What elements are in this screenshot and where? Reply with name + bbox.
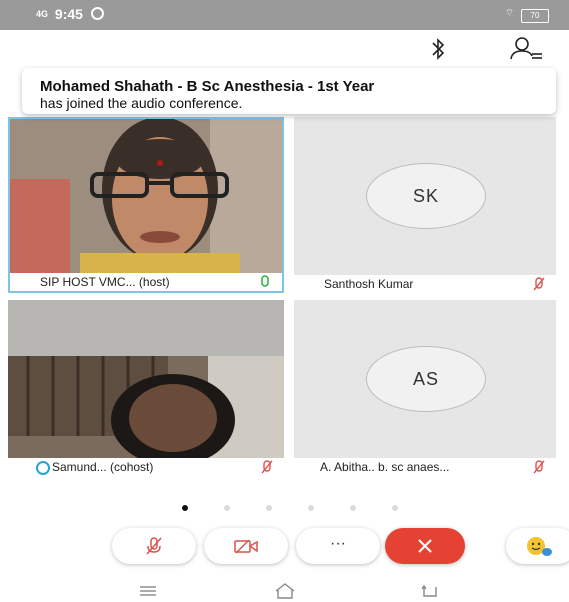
participant-nameplate: A. Abitha.. b. sc anaes... — [294, 458, 556, 476]
system-nav-bar — [0, 580, 569, 602]
more-options-button[interactable]: ··· — [296, 528, 380, 564]
video-muted-icon — [234, 539, 258, 554]
wifi-icon: ⌔ — [504, 8, 515, 19]
participant-nameplate: SIP HOST VMC... (host) — [10, 273, 282, 291]
video-feed — [8, 300, 284, 458]
participants-icon[interactable] — [508, 36, 544, 62]
signal-indicator: 4G — [36, 9, 49, 19]
back-icon[interactable] — [420, 583, 440, 599]
reactions-button[interactable] — [506, 528, 569, 564]
mic-muted-icon — [261, 460, 273, 474]
home-icon[interactable] — [273, 582, 297, 600]
menu-icon[interactable] — [138, 584, 158, 598]
bluetooth-icon[interactable] — [428, 36, 448, 62]
mic-muted-icon — [146, 537, 162, 555]
end-call-icon — [418, 539, 432, 553]
participant-nameplate: Samund... (cohost) — [8, 458, 284, 476]
joined-participant-name: Mohamed Shahath - B Sc Anesthesia - 1st … — [40, 78, 375, 95]
status-left: 4G 9:45 — [36, 6, 104, 22]
page-dot[interactable] — [182, 505, 188, 511]
status-right: ⌔ 70 — [505, 7, 549, 23]
end-call-button[interactable] — [385, 528, 465, 564]
page-dot[interactable] — [308, 505, 314, 511]
join-notification: Mohamed Shahath - B Sc Anesthesia - 1st … — [22, 68, 556, 114]
status-bar: 4G 9:45 ⌔ 70 — [0, 0, 569, 30]
status-time: 9:45 — [54, 6, 83, 22]
battery-icon: 70 — [521, 9, 549, 23]
page-dot[interactable] — [392, 505, 398, 511]
participant-name: SIP HOST VMC... (host) — [40, 275, 170, 289]
page-dot[interactable] — [224, 505, 230, 511]
video-tile-cohost[interactable]: Samund... (cohost) — [8, 300, 284, 476]
video-tile-santhosh[interactable]: SK Santhosh Kumar — [294, 117, 556, 293]
avatar: SK — [366, 163, 486, 229]
video-tile-host[interactable]: SIP HOST VMC... (host) — [8, 117, 284, 293]
more-icon: ··· — [330, 535, 346, 552]
video-tile-abitha[interactable]: AS A. Abitha.. b. sc anaes... — [294, 300, 556, 476]
video-toggle-button[interactable] — [204, 528, 288, 564]
top-actions — [0, 36, 569, 64]
sync-icon — [90, 7, 104, 20]
join-message: has joined the audio conference. — [40, 95, 243, 111]
participant-nameplate: Santhosh Kumar — [294, 275, 556, 293]
page-indicator — [182, 505, 402, 513]
mic-active-icon — [261, 275, 269, 287]
avatar: AS — [366, 346, 486, 412]
video-feed — [10, 119, 282, 273]
reaction-icon — [527, 537, 552, 556]
cohost-badge-icon — [36, 461, 50, 475]
participant-name: A. Abitha.. b. sc anaes... — [320, 460, 450, 474]
page-dot[interactable] — [350, 505, 356, 511]
mute-button[interactable] — [112, 528, 196, 564]
mic-muted-icon — [533, 277, 545, 291]
participant-name: Santhosh Kumar — [324, 277, 414, 291]
participant-name: Samund... (cohost) — [52, 460, 154, 474]
page-dot[interactable] — [266, 505, 272, 511]
mic-muted-icon — [533, 460, 545, 474]
